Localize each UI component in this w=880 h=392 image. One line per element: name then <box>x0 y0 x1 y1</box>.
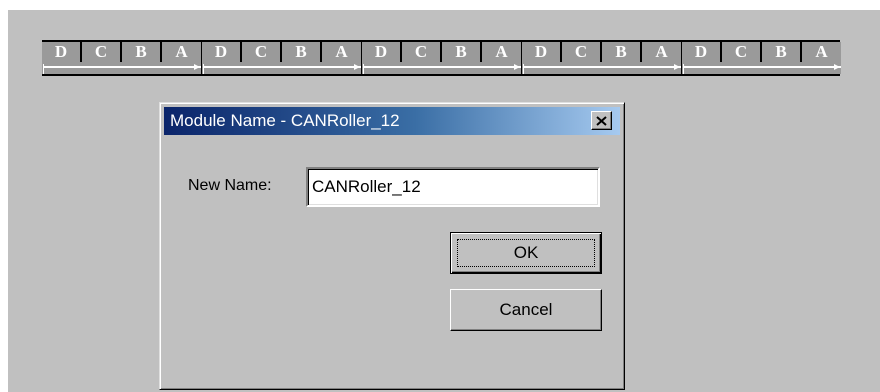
bus-tick <box>363 64 364 74</box>
module-channel-a[interactable]: A <box>322 42 361 62</box>
bus-tick <box>203 64 204 74</box>
close-button[interactable] <box>591 111 612 130</box>
module-channel-b[interactable]: B <box>762 42 802 62</box>
module-channel-a[interactable]: A <box>162 42 201 62</box>
module-bus <box>682 62 841 74</box>
arrow-right-icon <box>194 64 200 70</box>
cancel-button[interactable]: Cancel <box>450 289 602 331</box>
io-module[interactable]: DCBA <box>202 40 361 76</box>
module-channel-d[interactable]: D <box>202 42 242 62</box>
arrow-right-icon <box>514 64 520 70</box>
arrow-right-icon <box>834 64 840 70</box>
bus-line <box>684 66 841 68</box>
focus-rectangle <box>457 239 595 267</box>
module-channel-b[interactable]: B <box>602 42 642 62</box>
module-channel-c[interactable]: C <box>82 42 122 62</box>
close-icon <box>596 115 607 126</box>
module-channel-c[interactable]: C <box>562 42 602 62</box>
bus-tick <box>523 64 524 74</box>
module-channel-a[interactable]: A <box>642 42 681 62</box>
module-channel-c[interactable]: C <box>242 42 282 62</box>
dialog-title: Module Name - CANRoller_12 <box>170 111 400 130</box>
dialog-title-bar[interactable]: Module Name - CANRoller_12 <box>164 107 620 135</box>
module-bus <box>202 62 361 74</box>
module-channel-c[interactable]: C <box>402 42 442 62</box>
module-bus <box>42 62 201 74</box>
bus-line <box>524 66 681 68</box>
bus-line <box>44 66 201 68</box>
io-module[interactable]: DCBA <box>682 40 841 76</box>
io-module[interactable]: DCBA <box>522 40 681 76</box>
module-bus <box>362 62 521 74</box>
new-name-label: New Name: <box>188 177 272 194</box>
cancel-button-label: Cancel <box>499 300 553 319</box>
arrow-right-icon <box>674 64 680 70</box>
new-name-input[interactable] <box>306 167 600 207</box>
bus-tick <box>683 64 684 74</box>
bus-tick <box>43 64 44 74</box>
module-channel-d[interactable]: D <box>682 42 722 62</box>
module-channel-b[interactable]: B <box>442 42 482 62</box>
module-channel-a[interactable]: A <box>482 42 521 62</box>
module-channel-b[interactable]: B <box>282 42 322 62</box>
module-channel-c[interactable]: C <box>722 42 762 62</box>
module-channel-d[interactable]: D <box>522 42 562 62</box>
module-name-dialog: Module Name - CANRoller_12 New Name: OK … <box>159 102 625 390</box>
ok-button[interactable]: OK <box>450 232 602 274</box>
io-module[interactable]: DCBA <box>362 40 521 76</box>
module-channel-d[interactable]: D <box>362 42 402 62</box>
io-module[interactable]: DCBA <box>42 40 201 76</box>
bus-line <box>364 66 521 68</box>
arrow-right-icon <box>354 64 360 70</box>
bus-line <box>204 66 361 68</box>
module-channel-d[interactable]: D <box>42 42 82 62</box>
module-channel-b[interactable]: B <box>122 42 162 62</box>
module-strip: DCBADCBADCBADCBADCBA <box>42 40 841 76</box>
module-channel-a[interactable]: A <box>802 42 841 62</box>
module-bus <box>522 62 681 74</box>
